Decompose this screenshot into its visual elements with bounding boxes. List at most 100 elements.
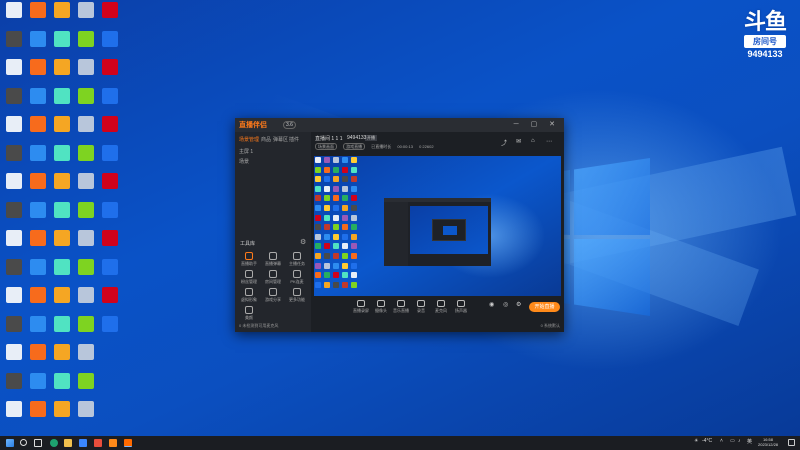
desktop-shortcut-icon[interactable]	[2, 30, 26, 54]
app-icon[interactable]	[109, 439, 117, 447]
folder-icon[interactable]	[64, 439, 72, 447]
tool-item[interactable]: 虚拟形象	[238, 288, 260, 303]
desktop-shortcut-icon[interactable]	[50, 59, 74, 82]
control-button[interactable]: 直播录屏	[351, 300, 371, 314]
desktop-shortcut-icon[interactable]	[50, 87, 74, 111]
desktop-shortcut-icon[interactable]	[26, 201, 50, 225]
desktop-shortcut-icon[interactable]	[50, 258, 74, 282]
desktop-shortcut-icon[interactable]	[2, 2, 26, 25]
desktop-shortcut-icon[interactable]	[98, 30, 122, 54]
tool-item[interactable]: 直播助手	[238, 252, 260, 267]
desktop-shortcut-icon[interactable]	[2, 401, 26, 424]
desktop-shortcut-icon[interactable]	[2, 344, 26, 367]
desktop-shortcut-icon[interactable]	[2, 59, 26, 82]
desktop-shortcut-icon[interactable]	[98, 201, 122, 225]
desktop-shortcut-icon[interactable]	[26, 258, 50, 282]
desktop-shortcut-icon[interactable]	[26, 372, 50, 396]
desktop-shortcut-icon[interactable]	[74, 144, 98, 168]
search-icon[interactable]	[20, 439, 27, 446]
desktop-shortcut-icon[interactable]	[74, 287, 98, 310]
desktop-shortcut-icon[interactable]	[2, 87, 26, 111]
desktop-shortcut-icon[interactable]	[2, 315, 26, 339]
desktop-shortcut-icon[interactable]	[98, 59, 122, 82]
desktop-shortcut-icon[interactable]	[74, 87, 98, 111]
scene-pill[interactable]: 场景画面	[315, 143, 337, 150]
desktop-shortcut-icon[interactable]	[50, 401, 74, 424]
desktop-shortcut-icon[interactable]	[2, 287, 26, 310]
tab-danmaku[interactable]: 弹幕区	[273, 136, 288, 143]
edge-icon[interactable]	[50, 439, 58, 447]
desktop-shortcut-icon[interactable]	[26, 230, 50, 253]
desktop-shortcut-icon[interactable]	[74, 59, 98, 82]
control-button[interactable]: 麦克风	[431, 300, 451, 314]
desktop-shortcut-icon[interactable]	[98, 258, 122, 282]
desktop-shortcut-icon[interactable]	[50, 116, 74, 139]
desktop-shortcut-icon[interactable]	[50, 315, 74, 339]
desktop-shortcut-icon[interactable]	[98, 173, 122, 196]
desktop-shortcut-icon[interactable]	[98, 230, 122, 253]
desktop-shortcut-icon[interactable]	[98, 144, 122, 168]
tool-item[interactable]: 房间管理	[262, 270, 284, 285]
desktop-shortcut-icon[interactable]	[2, 372, 26, 396]
weather-temp[interactable]: -4°C	[702, 438, 712, 444]
tray-chevron-icon[interactable]: ˄	[720, 438, 723, 444]
desktop-shortcut-icon[interactable]	[2, 258, 26, 282]
desktop-shortcut-icon[interactable]	[50, 30, 74, 54]
desktop-shortcut-icon[interactable]	[74, 201, 98, 225]
notification-icon[interactable]	[788, 439, 795, 446]
desktop-shortcut-icon[interactable]	[98, 315, 122, 339]
app-icon[interactable]	[79, 439, 87, 447]
home-icon[interactable]: ⌂	[531, 138, 535, 144]
desktop-shortcut-icon[interactable]	[74, 173, 98, 196]
desktop-shortcut-icon[interactable]	[74, 372, 98, 396]
settings-icon[interactable]: ⚙	[300, 238, 306, 246]
ime-indicator[interactable]: 英	[747, 438, 752, 445]
more-icon[interactable]: ⋯	[546, 138, 552, 145]
tab-plugins[interactable]: 插件	[289, 136, 299, 143]
desktop-shortcut-icon[interactable]	[2, 230, 26, 253]
desktop-shortcut-icon[interactable]	[98, 2, 122, 25]
desktop-shortcut-icon[interactable]	[74, 30, 98, 54]
streaming-app-window[interactable]: 直播伴侣 3.6 ─ ▢ ✕ 场景管理 商品 弹幕区 插件 主屏 1 场景 工具…	[235, 118, 564, 332]
desktop-shortcut-icon[interactable]	[74, 116, 98, 139]
desktop-shortcut-icon[interactable]	[26, 315, 50, 339]
tab-scenes[interactable]: 场景管理	[239, 136, 259, 143]
desktop-shortcut-icon[interactable]	[26, 401, 50, 424]
gift-icon[interactable]: ✉	[516, 138, 521, 145]
desktop-shortcut-icon[interactable]	[50, 201, 74, 225]
tool-item[interactable]: 主播任务	[286, 252, 308, 267]
app-icon[interactable]	[94, 439, 102, 447]
network-icon[interactable]: ▭	[730, 438, 735, 444]
clock[interactable]: 16:58 2023/12/28	[758, 437, 778, 447]
desktop-shortcut-icon[interactable]	[50, 173, 74, 196]
tool-item[interactable]: 直播弹幕	[262, 252, 284, 267]
desktop-shortcut-icon[interactable]	[26, 116, 50, 139]
desktop-shortcut-icon[interactable]	[2, 201, 26, 225]
desktop-shortcut-icon[interactable]	[2, 173, 26, 196]
desktop-shortcut-icon[interactable]	[50, 372, 74, 396]
start-live-button[interactable]: 开始直播	[529, 302, 560, 312]
desktop-shortcut-icon[interactable]	[50, 144, 74, 168]
start-button[interactable]	[6, 439, 14, 447]
tool-item[interactable]: 美颜	[238, 306, 260, 321]
desktop-shortcut-icon[interactable]	[26, 2, 50, 25]
weather-icon[interactable]: ☀	[694, 438, 698, 444]
desktop-shortcut-icon[interactable]	[26, 173, 50, 196]
desktop-shortcut-icon[interactable]	[2, 116, 26, 139]
desktop-shortcut-icon[interactable]	[26, 59, 50, 82]
desktop-shortcut-icon[interactable]	[26, 344, 50, 367]
camera-icon[interactable]: ◉	[489, 301, 494, 308]
gear-icon[interactable]: ⚙	[516, 301, 521, 308]
desktop-shortcut-icon[interactable]	[74, 230, 98, 253]
desktop-shortcut-icon[interactable]	[26, 87, 50, 111]
window-controls[interactable]: ─ ▢ ✕	[514, 120, 560, 128]
streaming-app-icon[interactable]	[124, 439, 132, 447]
desktop-shortcut-icon[interactable]	[98, 116, 122, 139]
desktop-shortcut-icon[interactable]	[98, 87, 122, 111]
tab-goods[interactable]: 商品	[261, 136, 271, 143]
desktop-shortcut-icon[interactable]	[50, 230, 74, 253]
desktop-shortcut-icon[interactable]	[2, 144, 26, 168]
tool-item[interactable]: 游戏分享	[262, 288, 284, 303]
desktop-shortcut-icon[interactable]	[50, 344, 74, 367]
app-titlebar[interactable]: 直播伴侣 3.6 ─ ▢ ✕	[235, 118, 564, 132]
